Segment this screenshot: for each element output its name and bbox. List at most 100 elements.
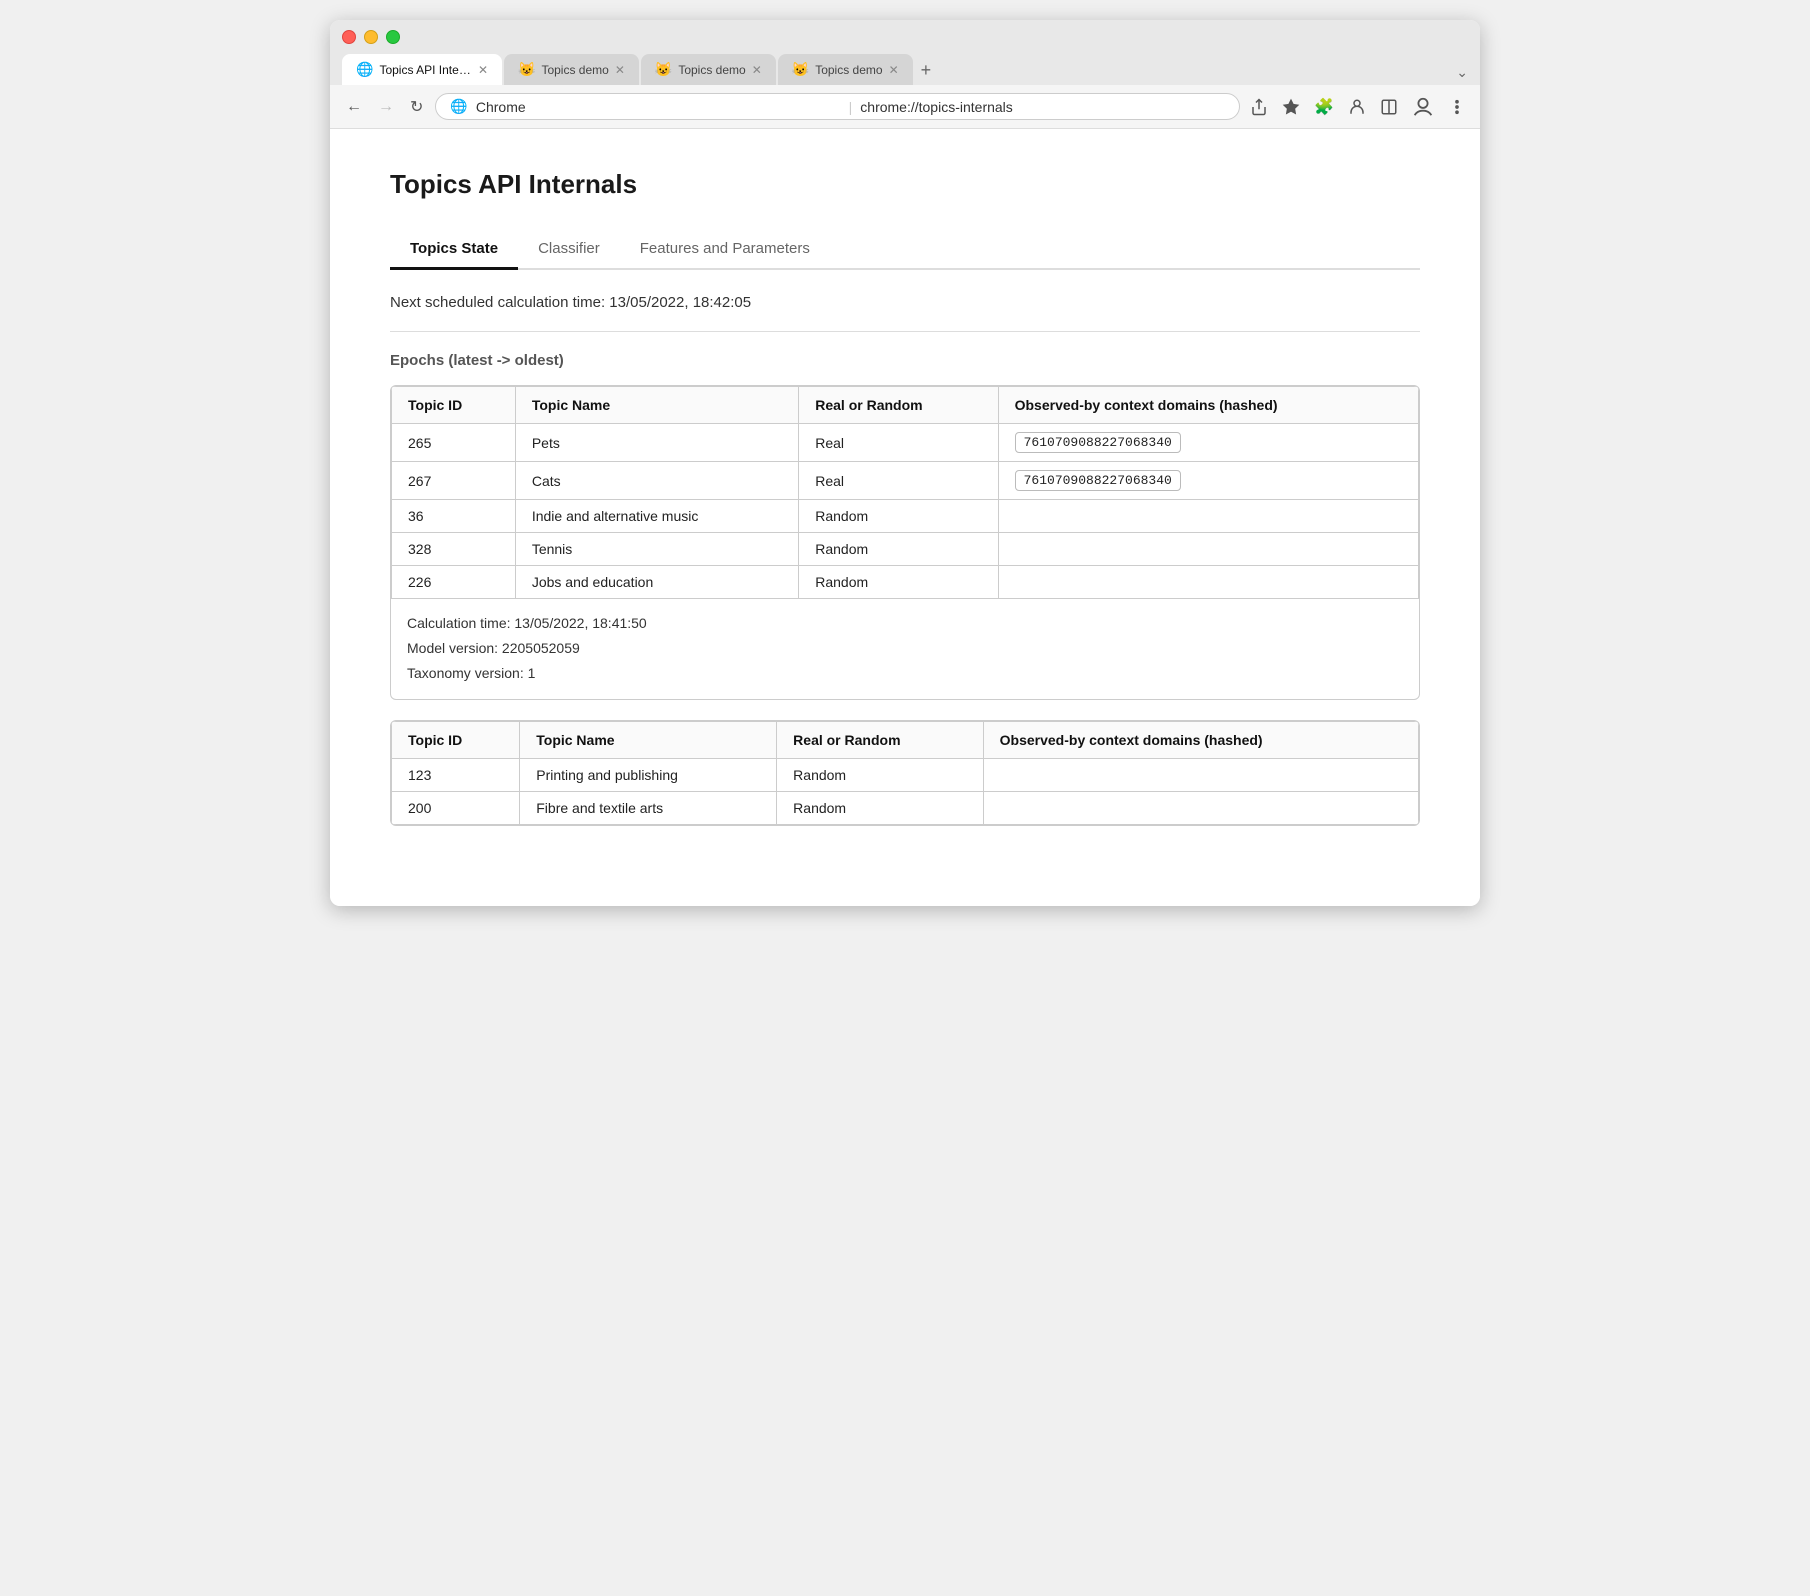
content-divider [390, 331, 1420, 332]
cell-hash [998, 566, 1418, 599]
maximize-traffic-light[interactable] [386, 30, 400, 44]
cell-topic-id: 267 [392, 462, 516, 500]
epoch-table-1: Topic ID Topic Name Real or Random Obser… [391, 386, 1419, 599]
hash-badge: 7610709088227068340 [1015, 432, 1181, 453]
back-button[interactable]: ← [342, 96, 366, 118]
cell-topic-id: 36 [392, 500, 516, 533]
reload-button[interactable]: ↻ [406, 95, 427, 119]
forward-button[interactable]: → [374, 96, 398, 118]
table-row: 123Printing and publishingRandom [392, 758, 1419, 791]
address-favicon: 🌐 [450, 98, 467, 115]
traffic-lights [342, 30, 1468, 44]
table-row: 200Fibre and textile artsRandom [392, 791, 1419, 824]
col-header-topic-id-2: Topic ID [392, 721, 520, 758]
cell-real-random: Random [799, 500, 998, 533]
browser-tab-3[interactable]: 😺 Topics demo ✕ [641, 54, 776, 85]
browser-tab-4[interactable]: 😺 Topics demo ✕ [778, 54, 913, 85]
table-header-row-1: Topic ID Topic Name Real or Random Obser… [392, 387, 1419, 424]
epoch-box-2: Topic ID Topic Name Real or Random Obser… [390, 720, 1420, 826]
tab-favicon-1: 🌐 [356, 61, 373, 78]
cell-topic-name: Indie and alternative music [515, 500, 798, 533]
browser-tab-2[interactable]: 😺 Topics demo ✕ [504, 54, 639, 85]
address-url: chrome://topics-internals [860, 99, 1225, 115]
cell-hash [983, 758, 1418, 791]
scheduled-time: Next scheduled calculation time: 13/05/2… [390, 294, 1420, 311]
cell-real-random: Random [777, 791, 983, 824]
cell-hash [983, 791, 1418, 824]
tab-close-4[interactable]: ✕ [889, 64, 899, 76]
browser-tab-1[interactable]: 🌐 Topics API Intern… ✕ [342, 54, 502, 85]
tab-row: 🌐 Topics API Intern… ✕ 😺 Topics demo ✕ 😺… [342, 54, 1468, 85]
col-header-topic-name-2: Topic Name [520, 721, 777, 758]
new-tab-button[interactable]: + [915, 60, 938, 81]
cell-topic-id: 328 [392, 533, 516, 566]
cell-topic-id: 200 [392, 791, 520, 824]
menu-icon-button[interactable] [1446, 96, 1468, 118]
topics-state-content: Next scheduled calculation time: 13/05/2… [390, 294, 1420, 826]
cell-hash [998, 533, 1418, 566]
cell-topic-name: Cats [515, 462, 798, 500]
tab-list-dropdown-button[interactable]: ⌄ [1456, 64, 1468, 81]
bookmark-icon-button[interactable] [1280, 96, 1302, 118]
tab-title-1: Topics API Intern… [379, 63, 472, 77]
cell-real-random: Random [799, 533, 998, 566]
split-screen-icon-button[interactable] [1378, 96, 1400, 118]
page-title: Topics API Internals [390, 169, 1420, 200]
col-header-topic-name-1: Topic Name [515, 387, 798, 424]
cell-topic-id: 123 [392, 758, 520, 791]
table-row: 36Indie and alternative musicRandom [392, 500, 1419, 533]
cell-real-random: Real [799, 462, 998, 500]
epoch-1-meta: Calculation time: 13/05/2022, 18:41:50 M… [391, 599, 1419, 699]
tab-title-2: Topics demo [541, 63, 608, 77]
epochs-label: Epochs (latest -> oldest) [390, 352, 1420, 369]
minimize-traffic-light[interactable] [364, 30, 378, 44]
tab-close-1[interactable]: ✕ [478, 64, 488, 76]
cell-topic-name: Tennis [515, 533, 798, 566]
col-header-real-random-1: Real or Random [799, 387, 998, 424]
cell-hash [998, 500, 1418, 533]
cell-topic-name: Jobs and education [515, 566, 798, 599]
address-separator: | [849, 99, 853, 115]
table-row: 226Jobs and educationRandom [392, 566, 1419, 599]
cell-topic-id: 226 [392, 566, 516, 599]
extensions-icon-button[interactable]: 🧩 [1312, 95, 1336, 119]
tab-favicon-4: 😺 [792, 61, 809, 78]
cell-topic-name: Printing and publishing [520, 758, 777, 791]
content-tab-bar: Topics State Classifier Features and Par… [390, 230, 1420, 270]
table-row: 267CatsReal 7610709088227068340 [392, 462, 1419, 500]
page-content: Topics API Internals Topics State Classi… [330, 129, 1480, 906]
cell-hash: 7610709088227068340 [998, 424, 1418, 462]
browser-toolbar: ← → ↻ 🌐 Chrome | chrome://topics-interna… [330, 85, 1480, 129]
profile-icon-button[interactable] [1346, 96, 1368, 118]
epoch-table-2: Topic ID Topic Name Real or Random Obser… [391, 721, 1419, 825]
tab-title-3: Topics demo [678, 63, 745, 77]
epoch-box-1: Topic ID Topic Name Real or Random Obser… [390, 385, 1420, 700]
table-header-row-2: Topic ID Topic Name Real or Random Obser… [392, 721, 1419, 758]
epoch-1-taxonomy-version: Taxonomy version: 1 [407, 661, 1403, 686]
col-header-real-random-2: Real or Random [777, 721, 983, 758]
hash-badge: 7610709088227068340 [1015, 470, 1181, 491]
tab-close-2[interactable]: ✕ [615, 64, 625, 76]
share-icon-button[interactable] [1248, 96, 1270, 118]
tab-title-4: Topics demo [815, 63, 882, 77]
cell-real-random: Real [799, 424, 998, 462]
tab-favicon-3: 😺 [655, 61, 672, 78]
epoch-1-model-version: Model version: 2205052059 [407, 636, 1403, 661]
close-traffic-light[interactable] [342, 30, 356, 44]
table-row: 328TennisRandom [392, 533, 1419, 566]
address-protocol: Chrome [476, 99, 841, 115]
tab-features-params[interactable]: Features and Parameters [620, 230, 830, 270]
tab-close-3[interactable]: ✕ [752, 64, 762, 76]
cell-real-random: Random [777, 758, 983, 791]
col-header-topic-id-1: Topic ID [392, 387, 516, 424]
tab-classifier[interactable]: Classifier [518, 230, 620, 270]
tab-topics-state[interactable]: Topics State [390, 230, 518, 270]
table-row: 265PetsReal7610709088227068340 [392, 424, 1419, 462]
col-header-observed-1: Observed-by context domains (hashed) [998, 387, 1418, 424]
cell-topic-id: 265 [392, 424, 516, 462]
epoch-1-calc-time: Calculation time: 13/05/2022, 18:41:50 [407, 611, 1403, 636]
address-bar[interactable]: 🌐 Chrome | chrome://topics-internals [435, 93, 1240, 120]
browser-window: 🌐 Topics API Intern… ✕ 😺 Topics demo ✕ 😺… [330, 20, 1480, 906]
cell-hash: 7610709088227068340 [998, 462, 1418, 500]
account-icon-button[interactable] [1410, 94, 1436, 120]
